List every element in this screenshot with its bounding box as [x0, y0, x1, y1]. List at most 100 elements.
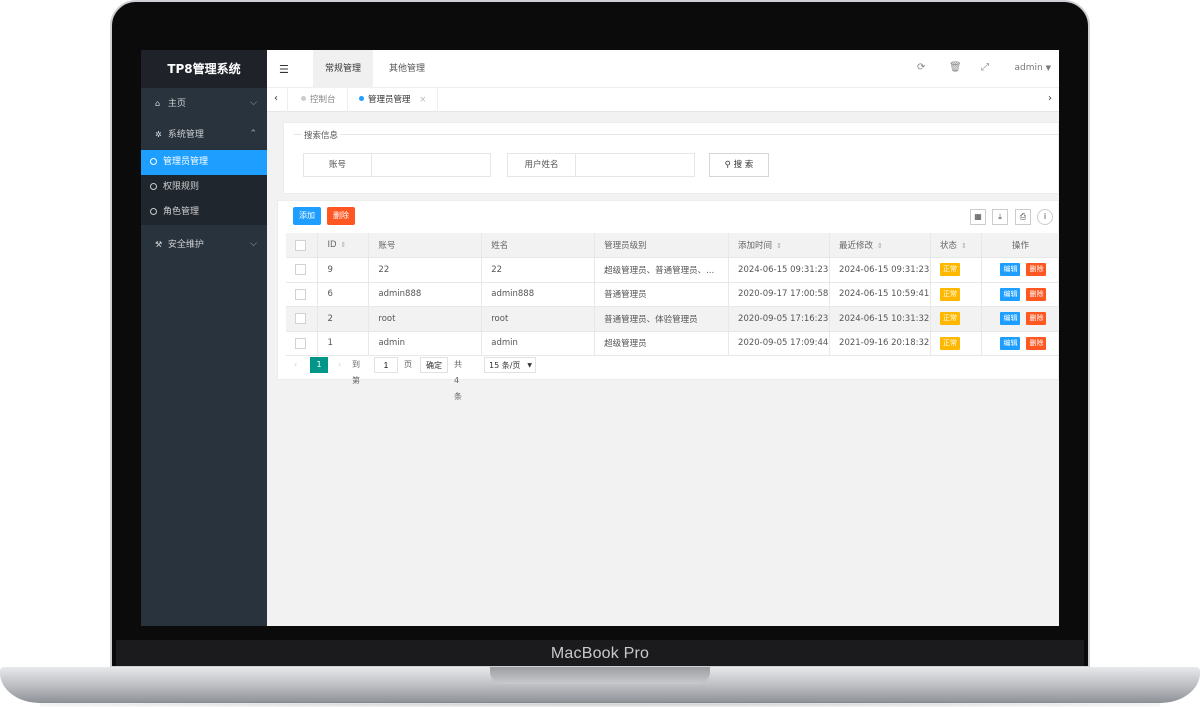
cell-created: 2020-09-05 17:16:23 — [728, 306, 831, 332]
cell-level: 超级管理员、普通管理员、... — [594, 257, 730, 283]
page-tab-admin-manage[interactable]: 管理员管理 × — [359, 88, 426, 112]
status-badge[interactable]: 正常 — [940, 263, 961, 277]
search-button[interactable]: ⚲ 搜 索 — [709, 153, 769, 177]
row-checkbox-cell — [286, 257, 319, 283]
columns-icon[interactable]: ▦ — [970, 209, 986, 225]
chevron-left-icon[interactable]: ‹ — [269, 93, 283, 104]
caret-down-icon: ▼ — [1045, 64, 1051, 72]
column-header: 姓名 — [481, 233, 596, 258]
wrench-icon: ⚒ — [155, 240, 163, 249]
sidebar-item-security[interactable]: ⚒ 安全维护 ⌵ — [141, 229, 267, 260]
cell-created: 2024-06-15 09:31:23 — [728, 257, 831, 283]
table-panel: 添加 删除 ▦ ⤓ ⎙ i ID ⇕ 账号 姓名 管理员级别 添加时间 ⇕ 最近… — [277, 200, 1059, 401]
sort-icon[interactable]: ⇕ — [341, 241, 347, 249]
next-page-icon[interactable]: › — [338, 357, 341, 373]
sort-icon[interactable]: ⇕ — [961, 242, 967, 250]
goto-prefix: 到第 — [352, 360, 360, 385]
user-menu[interactable]: admin ▼ — [1015, 63, 1051, 73]
status-badge[interactable]: 正常 — [940, 287, 961, 301]
column-header[interactable]: 最近修改 ⇕ — [829, 233, 932, 258]
cell-account: root — [368, 306, 483, 332]
cell-status: 正常 — [930, 306, 982, 332]
sidebar-submenu: 管理员管理 权限规则 角色管理 — [141, 150, 267, 225]
status-badge[interactable]: 正常 — [940, 312, 961, 326]
username: admin — [1014, 63, 1043, 73]
sort-icon[interactable]: ⇕ — [776, 242, 782, 250]
chevron-down-icon: ⌵ — [250, 98, 257, 108]
menu-toggle-icon[interactable]: ☰ — [279, 63, 289, 76]
tab-general-manage[interactable]: 常规管理 — [313, 50, 374, 88]
status-badge[interactable]: 正常 — [940, 336, 961, 350]
row-checkbox[interactable] — [295, 264, 306, 276]
cell-id: 2 — [317, 306, 370, 332]
username-field: 用户姓名 — [507, 153, 695, 177]
sidebar-item-permission-rules[interactable]: 权限规则 — [141, 175, 267, 200]
cell-name: root — [481, 306, 596, 332]
sidebar-item-label: 权限规则 — [163, 182, 200, 192]
cell-status: 正常 — [930, 331, 982, 356]
goto-page-input[interactable] — [374, 357, 398, 373]
table-row: 6 admin888 admin888 普通管理员 2020-09-17 17:… — [286, 282, 1059, 307]
sidebar-item-label: 管理员管理 — [163, 157, 209, 167]
column-header[interactable]: ID ⇕ — [317, 233, 370, 258]
cell-id: 6 — [317, 282, 370, 307]
table-row: 9 22 22 超级管理员、普通管理员、... 2024-06-15 09:31… — [286, 257, 1059, 283]
page-tab-dashboard[interactable]: 控制台 — [301, 88, 336, 112]
row-checkbox[interactable] — [295, 337, 306, 349]
cell-actions: 编辑 删除 — [981, 257, 1059, 283]
print-icon[interactable]: ⎙ — [1015, 209, 1031, 225]
page-size-select[interactable]: 15 条/页 ▼ — [484, 357, 536, 373]
row-delete-button[interactable]: 删除 — [1026, 336, 1047, 350]
cell-level: 超级管理员 — [594, 331, 730, 356]
cell-created: 2020-09-05 17:09:44 — [728, 331, 831, 356]
close-icon[interactable]: × — [419, 95, 426, 105]
sidebar-item-system[interactable]: ✲ 系统管理 ⌃ — [141, 119, 267, 150]
sort-icon[interactable]: ⇕ — [877, 242, 883, 250]
cell-id: 9 — [317, 257, 370, 283]
screen: TP8管理系统 ⌂ 主页 ⌵ ✲ 系统管理 ⌃ 管理员管理 权限规则 角色管理 — [141, 50, 1059, 626]
chevron-down-icon: ⌵ — [250, 239, 257, 249]
edit-button[interactable]: 编辑 — [1000, 336, 1021, 350]
account-input[interactable] — [372, 154, 490, 176]
table-header-row: ID ⇕ 账号 姓名 管理员级别 添加时间 ⇕ 最近修改 ⇕ 状态 ⇕ 操作 — [286, 233, 1059, 258]
info-icon[interactable]: i — [1037, 209, 1053, 225]
column-header[interactable]: 状态 ⇕ — [930, 233, 982, 258]
account-field: 账号 — [303, 153, 491, 177]
username-input[interactable] — [576, 154, 694, 176]
row-checkbox[interactable] — [295, 313, 306, 325]
search-button-label: 搜 索 — [733, 160, 754, 170]
prev-page-icon[interactable]: ‹ — [294, 357, 297, 373]
fullscreen-icon[interactable]: ⤢ — [981, 62, 989, 73]
row-checkbox-cell — [286, 282, 319, 307]
row-checkbox[interactable] — [295, 288, 306, 300]
column-header[interactable]: 添加时间 ⇕ — [728, 233, 831, 258]
select-all-checkbox[interactable] — [295, 239, 306, 251]
edit-button[interactable]: 编辑 — [1000, 263, 1021, 277]
trash-icon[interactable]: 🗑 — [949, 62, 962, 73]
cell-account: 22 — [368, 257, 483, 283]
page-number-active[interactable]: 1 — [310, 357, 328, 373]
sidebar-item-role-manage[interactable]: 角色管理 — [141, 200, 267, 225]
header-checkbox-cell — [286, 233, 319, 258]
sidebar-item-home[interactable]: ⌂ 主页 ⌵ — [141, 88, 267, 119]
export-icon[interactable]: ⤓ — [992, 209, 1008, 225]
chevron-right-icon[interactable]: › — [1043, 93, 1057, 104]
row-delete-button[interactable]: 删除 — [1026, 263, 1047, 277]
chevron-down-icon: ▼ — [527, 362, 532, 369]
refresh-icon[interactable]: ⟳ — [917, 62, 925, 73]
column-header: 操作 — [981, 233, 1059, 258]
row-delete-button[interactable]: 删除 — [1026, 287, 1047, 301]
delete-button[interactable]: 删除 — [327, 207, 355, 225]
cell-modified: 2024-06-15 10:59:41 — [829, 282, 932, 307]
row-delete-button[interactable]: 删除 — [1026, 312, 1047, 326]
tab-other-manage[interactable]: 其他管理 — [377, 50, 437, 88]
edit-button[interactable]: 编辑 — [1000, 287, 1021, 301]
dot-icon — [301, 96, 306, 101]
gears-icon: ✲ — [155, 130, 162, 139]
circle-dot-icon — [150, 183, 157, 190]
add-button[interactable]: 添加 — [293, 207, 321, 225]
goto-confirm-button[interactable]: 确定 — [420, 357, 448, 373]
cell-modified: 2021-09-16 20:18:32 — [829, 331, 932, 356]
edit-button[interactable]: 编辑 — [1000, 312, 1021, 326]
sidebar-item-admin-manage[interactable]: 管理员管理 — [141, 150, 267, 175]
